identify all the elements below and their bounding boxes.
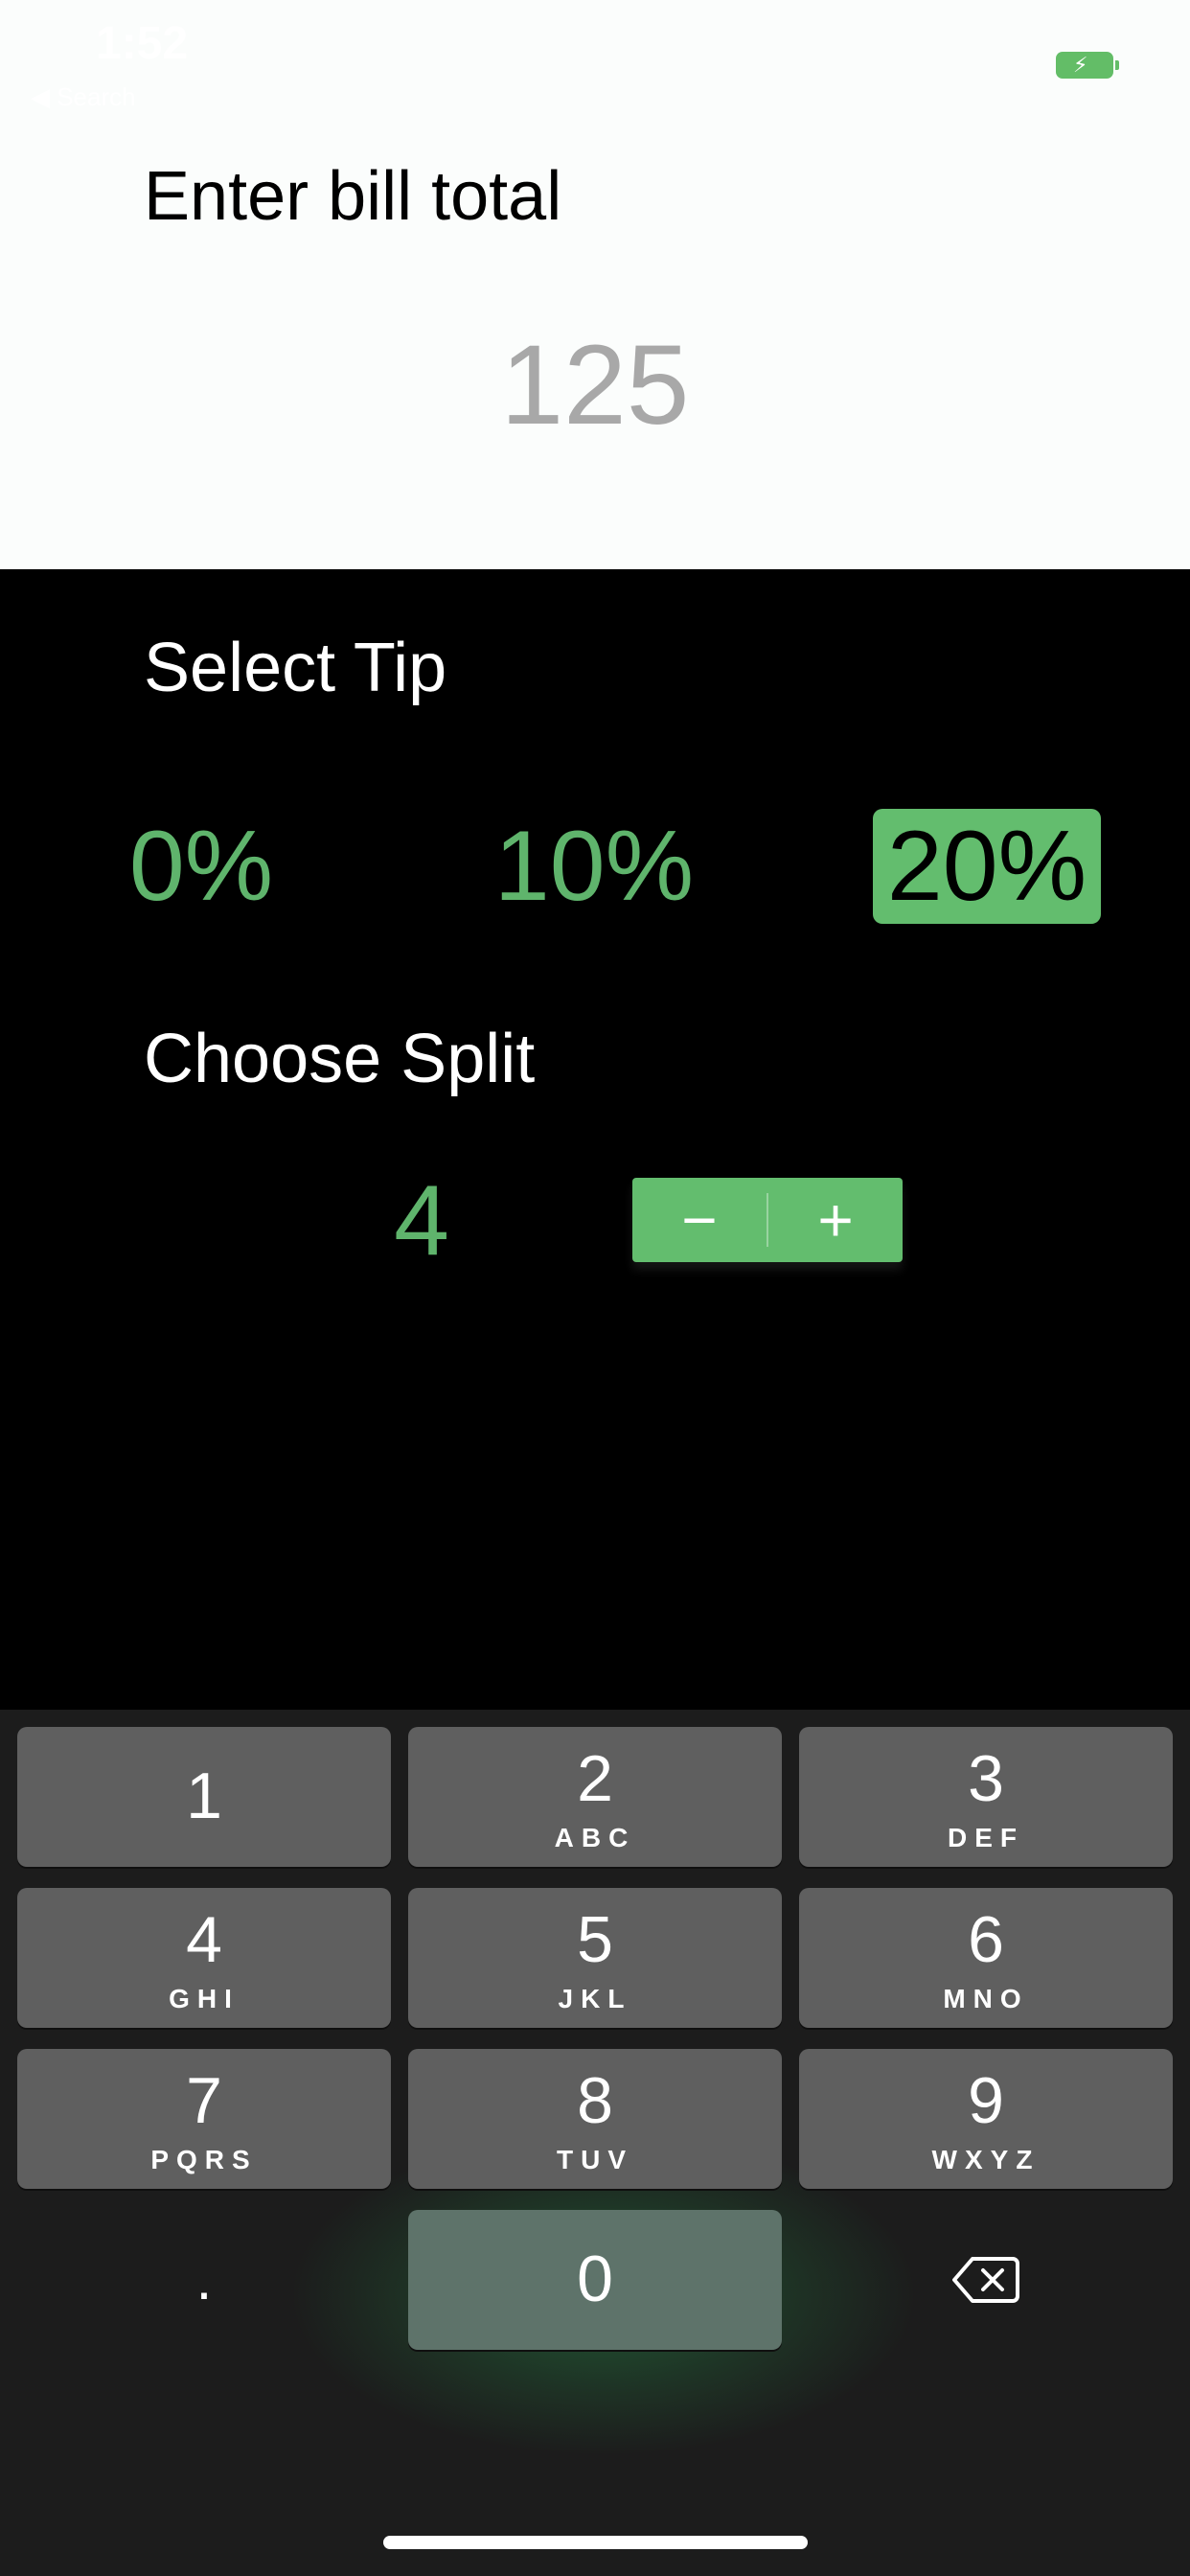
key-2[interactable]: 2 ABC xyxy=(408,1727,782,1867)
key-decimal[interactable]: . xyxy=(17,2210,391,2350)
split-stepper: − + xyxy=(632,1178,903,1262)
key-3[interactable]: 3 DEF xyxy=(799,1727,1173,1867)
delete-left-icon xyxy=(952,2257,1019,2303)
key-digit: 7 xyxy=(186,2064,222,2137)
split-count: 4 xyxy=(394,1165,449,1276)
bill-total-label: Enter bill total xyxy=(144,158,562,235)
key-letters: MNO xyxy=(943,1984,1029,2013)
key-digit: 9 xyxy=(968,2064,1004,2137)
key-4[interactable]: 4 GHI xyxy=(17,1888,391,2028)
decrement-button[interactable]: − xyxy=(632,1178,767,1262)
status-time: 1:52 xyxy=(96,18,189,69)
bill-total-input[interactable] xyxy=(0,318,1190,452)
increment-button[interactable]: + xyxy=(768,1178,903,1262)
battery-charging-icon: ⚡ xyxy=(1056,52,1119,79)
key-letters: ABC xyxy=(554,1823,636,1852)
key-6[interactable]: 6 MNO xyxy=(799,1888,1173,2028)
bill-entry-section: 1:52 ◀ Search ⚡ Enter bill total xyxy=(0,0,1190,569)
key-letters: TUV xyxy=(557,2145,633,2174)
tip-option-20-selected[interactable]: 20% xyxy=(873,809,1101,924)
key-digit: 5 xyxy=(577,1903,613,1976)
key-letters: PQRS xyxy=(150,2145,258,2174)
key-digit: 1 xyxy=(186,1760,222,1832)
key-digit: 8 xyxy=(577,2064,613,2137)
back-to-search-link[interactable]: ◀ Search xyxy=(31,82,136,112)
key-letters: WXYZ xyxy=(931,2145,1041,2174)
key-digit: 3 xyxy=(968,1742,1004,1815)
home-indicator[interactable] xyxy=(383,2536,808,2549)
tip-option-0[interactable]: 0% xyxy=(115,809,287,924)
key-digit: 2 xyxy=(577,1742,613,1815)
key-digit: 0 xyxy=(577,2242,613,2315)
key-5[interactable]: 5 JKL xyxy=(408,1888,782,2028)
key-8[interactable]: 8 TUV xyxy=(408,2049,782,2189)
status-bar: 1:52 ◀ Search ⚡ xyxy=(0,0,1190,115)
key-letters: GHI xyxy=(169,1984,240,2013)
key-letters: DEF xyxy=(948,1823,1024,1852)
key-0[interactable]: 0 xyxy=(408,2210,782,2350)
key-digit: 6 xyxy=(968,1903,1004,1976)
choose-split-label: Choose Split xyxy=(144,1021,536,1097)
number-pad-keyboard: 1 2 ABC 3 DEF 4 GHI 5 JKL 6 MNO 7 PQRS 8… xyxy=(0,1710,1190,2576)
select-tip-label: Select Tip xyxy=(144,630,447,706)
tip-option-10[interactable]: 10% xyxy=(479,809,709,924)
key-digit: 4 xyxy=(186,1903,222,1976)
key-letters: JKL xyxy=(558,1984,632,2013)
key-7[interactable]: 7 PQRS xyxy=(17,2049,391,2189)
delete-key[interactable] xyxy=(799,2210,1173,2350)
key-9[interactable]: 9 WXYZ xyxy=(799,2049,1173,2189)
key-1[interactable]: 1 xyxy=(17,1727,391,1867)
